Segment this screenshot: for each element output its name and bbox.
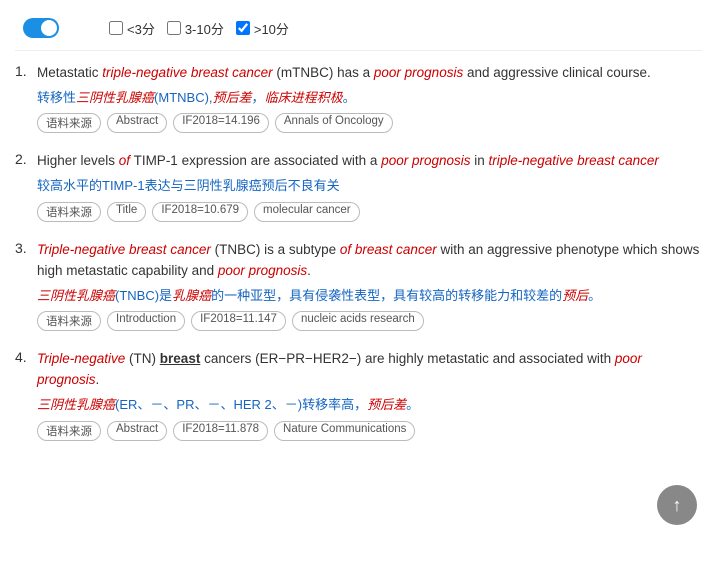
filter-item-0[interactable]: <3分 [109, 19, 155, 38]
result-item-1: 2. Higher levels of TIMP-1 expression are… [15, 151, 702, 221]
result-item-0: 1. Metastatic triple-negative breast canc… [15, 63, 702, 133]
result-zh-1: 较高水平的TIMP-1表达与三阴性乳腺癌预后不良有关 [37, 176, 702, 196]
badge-1-3[interactable]: molecular cancer [254, 202, 360, 222]
result-en-2: Triple-negative breast cancer (TNBC) is … [37, 240, 702, 282]
result-item-2: 3. Triple-negative breast cancer (TNBC) i… [15, 240, 702, 331]
badge-1-2[interactable]: IF2018=10.679 [152, 202, 248, 222]
result-item-3: 4. Triple-negative (TN) breast cancers (E… [15, 349, 702, 440]
badge-2-2[interactable]: IF2018=11.147 [191, 311, 286, 331]
filter-checkbox-2[interactable] [236, 21, 250, 35]
result-en-0: Metastatic triple-negative breast cancer… [37, 63, 702, 84]
result-zh-2: 三阴性乳腺癌(TNBC)是乳腺癌的一种亚型，具有侵袭性表型，具有较高的转移能力和… [37, 286, 702, 306]
badge-1-0[interactable]: 语料来源 [37, 202, 101, 222]
scroll-top-button[interactable]: ↑ [657, 485, 697, 525]
filter-group: <3分 3-10分 >10分 [109, 19, 289, 38]
translate-toggle[interactable] [23, 18, 59, 38]
filter-checkbox-0[interactable] [109, 21, 123, 35]
results-list: 1. Metastatic triple-negative breast canc… [15, 63, 702, 441]
filter-item-2[interactable]: >10分 [236, 19, 289, 38]
result-number-1: 2. [15, 151, 27, 167]
result-number-3: 4. [15, 349, 27, 365]
badge-3-0[interactable]: 语料来源 [37, 421, 101, 441]
filter-label-2: >10分 [254, 19, 289, 38]
badge-2-1[interactable]: Introduction [107, 311, 185, 331]
result-number-2: 3. [15, 240, 27, 256]
badge-0-2[interactable]: IF2018=14.196 [173, 113, 269, 133]
badge-1-1[interactable]: Title [107, 202, 146, 222]
result-badges-2: 语料来源 Introduction IF2018=11.147 nucleic aci… [37, 311, 702, 331]
filter-item-1[interactable]: 3-10分 [167, 19, 224, 38]
badge-0-3[interactable]: Annals of Oncology [275, 113, 393, 133]
translate-section [15, 18, 59, 38]
badge-2-3[interactable]: nucleic acids research [292, 311, 424, 331]
filter-label-1: 3-10分 [185, 19, 224, 38]
badge-0-1[interactable]: Abstract [107, 113, 167, 133]
result-zh-3: 三阴性乳腺癌(ER、－、PR、－、HER 2、－)转移率高，预后差。 [37, 395, 702, 415]
badge-3-3[interactable]: Nature Communications [274, 421, 415, 441]
result-en-1: Higher levels of TIMP-1 expression are a… [37, 151, 702, 172]
badge-2-0[interactable]: 语料来源 [37, 311, 101, 331]
result-badges-1: 语料来源 Title IF2018=10.679 molecular cancer [37, 202, 702, 222]
badge-3-1[interactable]: Abstract [107, 421, 167, 441]
result-number-0: 1. [15, 63, 27, 79]
result-badges-0: 语料来源 Abstract IF2018=14.196 Annals of Oncol… [37, 113, 702, 133]
result-en-3: Triple-negative (TN) breast cancers (ER−… [37, 349, 702, 391]
badge-3-2[interactable]: IF2018=11.878 [173, 421, 268, 441]
result-zh-0: 转移性三阴性乳腺癌(MTNBC),预后差，临床进程积极。 [37, 88, 702, 108]
toolbar: <3分 3-10分 >10分 [15, 10, 702, 51]
filter-checkbox-1[interactable] [167, 21, 181, 35]
badge-0-0[interactable]: 语料来源 [37, 113, 101, 133]
result-badges-3: 语料来源 Abstract IF2018=11.878 Nature Communic… [37, 421, 702, 441]
filter-label-0: <3分 [127, 19, 155, 38]
